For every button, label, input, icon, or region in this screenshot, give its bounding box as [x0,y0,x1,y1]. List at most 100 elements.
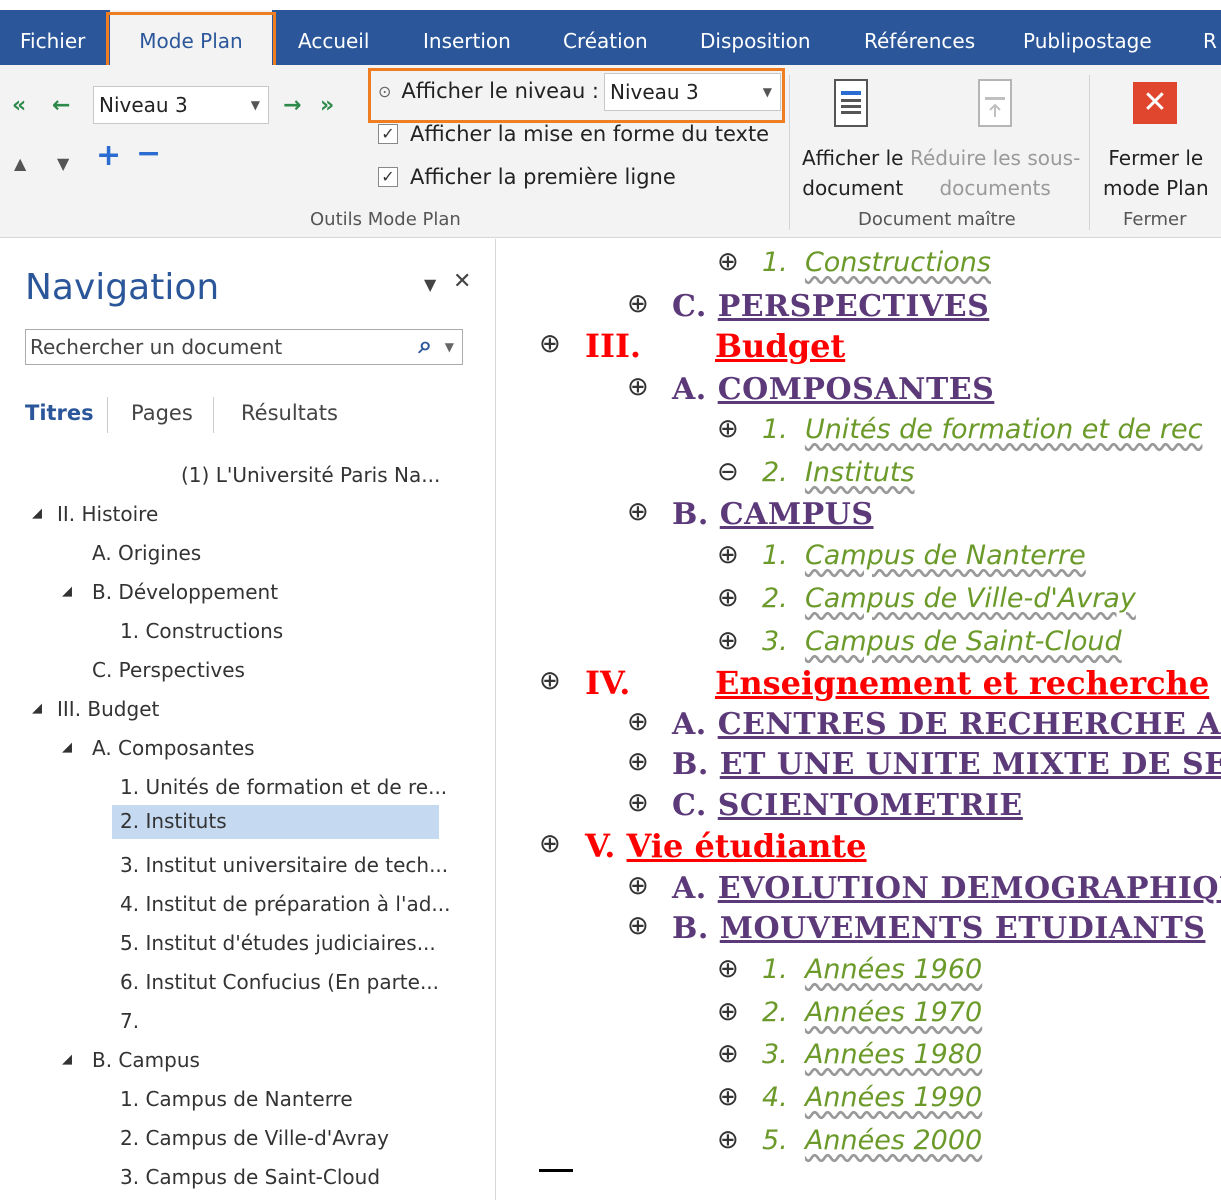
tab-resultats[interactable]: Résultats [241,401,338,425]
outline-heading-2[interactable]: B. Campus [672,497,874,532]
collapse-minus-icon[interactable]: ⊖ [717,457,739,487]
expand-plus-icon[interactable]: ⊕ [627,747,649,777]
tab-truncated[interactable]: R [1203,10,1217,65]
nav-heading-item[interactable]: 5. Institut d'études judiciaires... [120,927,436,961]
nav-heading-item[interactable]: B. Campus [92,1044,200,1078]
expand-plus-icon[interactable]: ⊕ [627,497,649,527]
demote-icon[interactable]: → [283,95,301,117]
outline-level-combo[interactable]: Niveau 3 ▼ [93,86,269,124]
outline-heading-1[interactable]: V. Vie étudiante [585,827,867,865]
outline-heading-3[interactable]: 5. Années 2000 [762,1125,982,1156]
outline-heading-3[interactable]: 1. Années 1960 [762,954,982,985]
outline-heading-2[interactable]: B. Et une unite mixte de servic [672,747,1221,782]
outline-heading-3[interactable]: 3. Années 1980 [762,1039,982,1070]
expand-plus-icon[interactable]: ⊕ [717,247,739,277]
expanded-triangle-icon[interactable]: ◢ [62,576,72,608]
move-up-icon[interactable]: ▲ [14,153,26,175]
outline-heading-1[interactable]: IV. Enseignement et recherche [585,664,1209,702]
outline-heading-3[interactable]: 1. Unités de formation et de rec [762,414,1202,445]
expand-plus-icon[interactable]: ⊕ [717,954,739,984]
outline-heading-2[interactable]: A. Composantes [672,372,994,407]
expand-plus-icon[interactable]: ⊕ [627,289,649,319]
nav-heading-item-selected[interactable]: 2. Instituts [112,805,439,839]
expand-plus-icon[interactable]: ⊕ [717,1039,739,1069]
nav-heading-item[interactable]: C. Perspectives [92,654,245,688]
expand-plus-icon[interactable]: ⊕ [717,1082,739,1112]
nav-heading-item[interactable]: (1) L'Université Paris Na... [181,459,440,493]
outline-heading-2[interactable]: A. Centres de recherche actue [672,707,1221,742]
show-level-combo[interactable]: Niveau 3 ▼ [604,73,781,111]
expand-plus-icon[interactable]: ⊕ [717,1125,739,1155]
expanded-triangle-icon[interactable]: ◢ [32,693,42,725]
tab-publipostage[interactable]: Publipostage [1023,10,1152,65]
nav-heading-item[interactable]: 1. Campus de Nanterre [120,1083,353,1117]
nav-heading-item[interactable]: 6. Institut Confucius (En parte... [120,966,439,1000]
tab-accueil[interactable]: Accueil [298,10,369,65]
expand-plus-icon[interactable]: ⊕ [627,372,649,402]
outline-heading-2[interactable]: C. Perspectives [672,289,989,324]
expand-plus-icon[interactable]: ⊕ [717,583,739,613]
nav-heading-item[interactable]: II. Histoire [57,498,158,532]
nav-heading-item[interactable]: A. Origines [92,537,201,571]
nav-heading-item[interactable]: 2. Campus de Ville-d'Avray [120,1122,389,1156]
outline-heading-2[interactable]: B. Mouvements etudiants [672,911,1205,946]
outline-heading-3[interactable]: 2. Années 1970 [762,997,982,1028]
tab-mode-plan[interactable]: Mode Plan [110,10,272,65]
expand-plus-icon[interactable]: ⊕ [627,707,649,737]
expand-plus-icon[interactable]: ⊕ [717,414,739,444]
nav-heading-item[interactable]: B. Développement [92,576,278,610]
nav-heading-item[interactable]: III. Budget [57,693,159,727]
expanded-triangle-icon[interactable]: ◢ [62,1044,72,1076]
nav-heading-item[interactable]: 3. Institut universitaire de tech... [120,849,448,883]
expand-plus-icon[interactable]: ⊕ [717,997,739,1027]
expand-plus-icon[interactable]: ⊕ [539,666,561,696]
tab-pages[interactable]: Pages [131,401,193,425]
expand-plus-icon[interactable]: ⊕ [717,626,739,656]
outline-heading-3[interactable]: 1. Constructions [762,247,991,278]
demote-to-body-icon[interactable]: » [320,95,334,117]
collapse-icon[interactable]: − [136,139,161,169]
show-document-button[interactable]: Afficher le document [802,143,903,203]
promote-icon[interactable]: ← [52,95,70,117]
close-outline-view-button[interactable]: Fermer le mode Plan [1103,143,1209,203]
expand-plus-icon[interactable]: ⊕ [539,329,561,359]
expand-icon[interactable]: + [96,141,121,171]
outline-heading-3[interactable]: 3. Campus de Saint-Cloud [762,626,1122,657]
outline-heading-2[interactable]: C. Scientometrie [672,788,1023,823]
tab-titres[interactable]: Titres [25,401,94,425]
expanded-triangle-icon[interactable]: ◢ [32,498,42,530]
tab-disposition[interactable]: Disposition [700,10,811,65]
show-formatting-checkbox[interactable]: ✓ Afficher la mise en forme du texte [378,122,769,146]
expand-plus-icon[interactable]: ⊕ [627,911,649,941]
outline-heading-3[interactable]: 2. Instituts [762,457,915,488]
expand-plus-icon[interactable]: ⊕ [627,871,649,901]
nav-heading-item[interactable]: 1. Unités de formation et de re... [120,771,447,805]
search-icon[interactable]: ⌕ [419,328,432,362]
tab-creation[interactable]: Création [563,10,648,65]
tab-references[interactable]: Références [864,10,975,65]
promote-to-heading1-icon[interactable]: « [12,95,26,117]
expand-plus-icon[interactable]: ⊕ [717,540,739,570]
outline-heading-1[interactable]: III. Budget [585,327,845,365]
nav-heading-item[interactable]: A. Composantes [92,732,255,766]
move-down-icon[interactable]: ▼ [57,153,69,175]
nav-heading-item[interactable]: 7. [120,1005,139,1039]
outline-heading-3[interactable]: 1. Campus de Nanterre [762,540,1086,571]
chevron-down-icon[interactable]: ▼ [445,330,454,364]
pane-options-icon[interactable]: ▼ [424,275,436,294]
collapse-subdocuments-button[interactable]: Réduire les sous- documents [910,143,1080,203]
close-pane-icon[interactable]: ✕ [453,269,471,294]
expand-plus-icon[interactable]: ⊕ [627,788,649,818]
outline-heading-3[interactable]: 4. Années 1990 [762,1082,982,1113]
search-input[interactable]: Rechercher un document ⌕ ▼ [25,329,463,365]
outline-heading-2[interactable]: A. Evolution demographique [672,871,1221,906]
show-first-line-checkbox[interactable]: ✓ Afficher la première ligne [378,165,676,189]
nav-heading-item[interactable]: 3. Campus de Saint-Cloud [120,1161,380,1195]
nav-heading-item[interactable]: 1. Constructions [120,615,283,649]
expand-plus-icon[interactable]: ⊕ [539,829,561,859]
outline-heading-3[interactable]: 2. Campus de Ville-d'Avray [762,583,1136,614]
expanded-triangle-icon[interactable]: ◢ [62,732,72,764]
tab-fichier[interactable]: Fichier [20,10,85,65]
nav-heading-item[interactable]: 4. Institut de préparation à l'ad... [120,888,450,922]
tab-insertion[interactable]: Insertion [423,10,511,65]
